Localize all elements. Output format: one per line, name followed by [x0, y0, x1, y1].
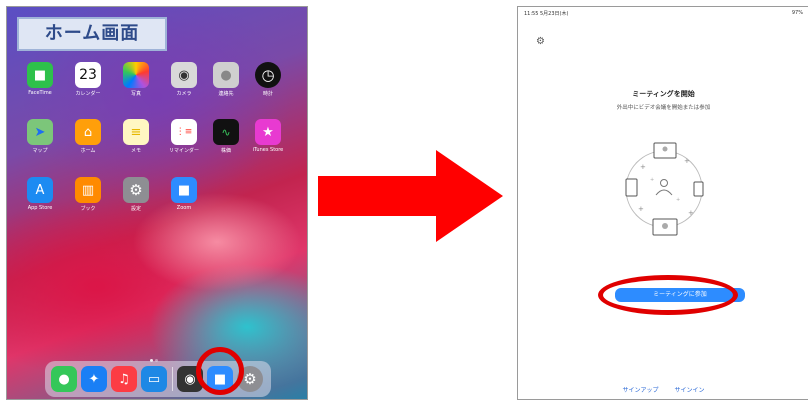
app-label: マップ [32, 148, 48, 154]
home-screen-label: ホーム画面 [17, 17, 167, 51]
dock-messages-app[interactable]: ● [51, 366, 77, 392]
app-label: リマインダー [168, 148, 199, 154]
reminders-app[interactable]: ⋮≡ [171, 119, 197, 145]
zoom-start-screen: 11:55 5月23日(木) 97% ⚙ ミーティングを開始 外出中にビデオ会議… [517, 6, 808, 400]
svg-text:+: + [640, 163, 646, 171]
svg-text:+: + [688, 209, 694, 217]
settings-app[interactable]: ⚙ [123, 177, 149, 203]
books-app[interactable]: ▥ [75, 177, 101, 203]
calendar-icon: 23 [79, 67, 97, 83]
dock-music-app[interactable]: ♫ [111, 366, 137, 392]
arrow-right-icon [318, 150, 503, 242]
app-label: 連絡先 [218, 91, 234, 97]
home-icon: ⌂ [83, 124, 93, 140]
svg-text:+: + [650, 177, 654, 183]
camera-app[interactable]: ◉ [171, 62, 197, 88]
files-icon: ▭ [147, 371, 161, 387]
camera-icon: ◉ [178, 67, 190, 83]
clock-app[interactable]: ◷ [255, 62, 281, 88]
books-icon: ▥ [81, 182, 95, 198]
app-label: Zoom [176, 205, 192, 211]
maps-app[interactable]: ➤ [27, 119, 53, 145]
app-label: ホーム [80, 148, 96, 154]
app-label: 時計 [262, 91, 273, 97]
messages-icon: ● [58, 371, 70, 387]
stocks-icon: ∿ [221, 125, 231, 139]
status-time: 11:55 5月23日(木) [524, 11, 569, 17]
clock-icon: ◷ [261, 66, 275, 84]
app-store-app[interactable]: A [27, 177, 53, 203]
photos-app[interactable] [123, 62, 149, 88]
gear-icon[interactable]: ⚙ [536, 37, 546, 47]
app-label: 設定 [130, 206, 141, 212]
app-label: FaceTime [28, 90, 52, 96]
zoom-icon: ■ [177, 182, 191, 198]
facetime-app[interactable]: ■ [27, 62, 53, 88]
meeting-illustration-icon: + + + + + + [625, 142, 704, 236]
app-store-icon: A [35, 182, 45, 198]
home-app[interactable]: ⌂ [75, 119, 101, 145]
calendar-app[interactable]: 23 [75, 62, 101, 88]
app-label: 株価 [220, 148, 231, 154]
home-screen: ホーム画面 ■ FaceTime 23 カレンダー 写真 ◉ カメラ ● 連絡先… [6, 6, 308, 400]
reminders-icon: ⋮≡ [175, 127, 193, 137]
notes-app[interactable]: ≡ [123, 119, 149, 145]
svg-text:+: + [684, 157, 690, 165]
safari-icon: ✦ [88, 371, 100, 387]
itunes-store-icon: ★ [262, 124, 274, 140]
dock-divider [172, 367, 173, 391]
app-label: ブック [80, 206, 96, 212]
app-label: メモ [130, 148, 141, 154]
sign-in-link[interactable]: サインイン [674, 387, 704, 394]
svg-text:+: + [676, 197, 680, 203]
page-subtitle: 外出中にビデオ会議を開始または参加 [616, 105, 711, 111]
contacts-icon: ● [220, 67, 232, 83]
app-label: カメラ [176, 91, 192, 97]
photos-icon [123, 62, 149, 88]
notes-icon: ≡ [130, 124, 142, 140]
itunes-store-app[interactable]: ★ [255, 119, 281, 145]
facetime-icon: ■ [33, 67, 47, 83]
page-title: ミーティングを開始 [632, 90, 695, 98]
status-battery: 97% [791, 10, 803, 16]
sign-up-link[interactable]: サインアップ [623, 387, 659, 394]
app-label: カレンダー [75, 91, 101, 97]
app-label: 写真 [130, 91, 141, 97]
settings-icon: ⚙ [129, 181, 143, 199]
svg-text:+: + [638, 205, 644, 213]
app-label: iTunes Store [252, 147, 284, 153]
maps-icon: ➤ [34, 124, 46, 140]
dock-safari-app[interactable]: ✦ [81, 366, 107, 392]
highlight-circle-zoom-dock [196, 347, 244, 395]
dock-files-app[interactable]: ▭ [141, 366, 167, 392]
highlight-circle-join [598, 275, 738, 315]
app-label: App Store [27, 205, 53, 211]
zoom-app[interactable]: ■ [171, 177, 197, 203]
music-icon: ♫ [118, 371, 130, 387]
contacts-app[interactable]: ● [213, 62, 239, 88]
auth-links: サインアップ サインイン [518, 385, 808, 394]
stocks-app[interactable]: ∿ [213, 119, 239, 145]
